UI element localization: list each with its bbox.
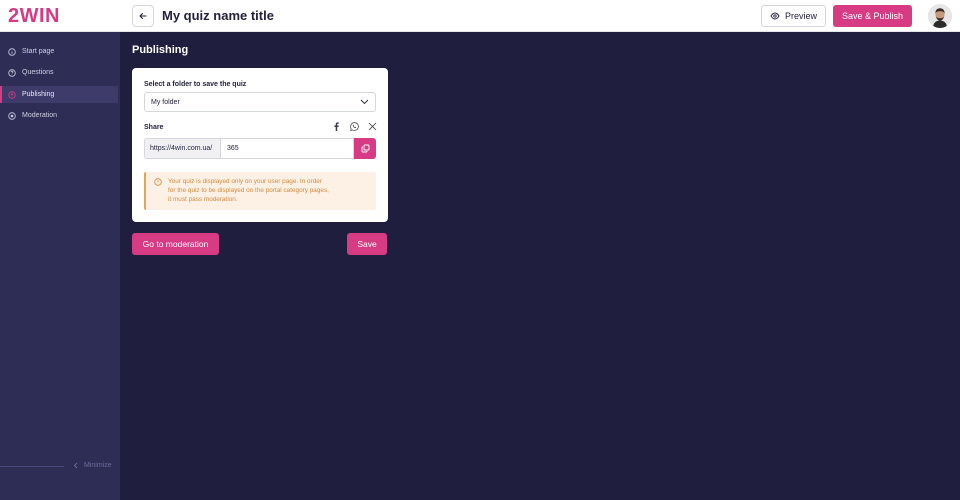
x-icon[interactable] <box>368 122 377 131</box>
moderation-notice: Your quiz is displayed only on your user… <box>144 172 376 210</box>
notice-text: Your quiz is displayed only on your user… <box>168 177 329 210</box>
sidebar-item-label: Start page <box>22 48 55 55</box>
copy-icon <box>361 144 369 153</box>
page-title: My quiz name title <box>162 8 274 23</box>
share-icons <box>332 122 377 131</box>
user-avatar-icon <box>928 4 952 28</box>
go-to-moderation-button[interactable]: Go to moderation <box>132 233 219 255</box>
info-icon <box>8 47 16 56</box>
folder-label: Select a folder to save the quiz <box>144 81 247 88</box>
moderation-icon <box>8 111 16 120</box>
chevron-down-icon <box>360 99 369 105</box>
sidebar-item-start-page[interactable]: Start page <box>0 43 118 60</box>
share-label: Share <box>144 124 164 131</box>
top-header: 2WIN My quiz name title Preview Save & P… <box>0 0 960 32</box>
question-icon <box>8 68 16 77</box>
sidebar-item-publishing[interactable]: Publishing <box>0 86 118 103</box>
notice-line: it must pass moderation. <box>168 196 238 203</box>
save-publish-button[interactable]: Save & Publish <box>833 5 912 27</box>
back-button[interactable] <box>132 5 154 27</box>
copy-button[interactable] <box>354 138 376 159</box>
sidebar-item-questions[interactable]: Questions <box>0 64 118 81</box>
minimize-label: Minimize <box>84 462 112 469</box>
chevron-left-icon <box>73 462 78 469</box>
eye-icon <box>770 12 780 20</box>
notice-line: Your quiz is displayed only on your user… <box>168 178 322 185</box>
sidebar-item-label: Questions <box>22 69 54 76</box>
info-circle-icon <box>154 178 162 186</box>
minimize-button[interactable]: Minimize <box>73 462 112 469</box>
folder-select[interactable]: My folder <box>144 92 376 112</box>
publishing-card: Select a folder to save the quiz My fold… <box>132 68 388 222</box>
whatsapp-icon[interactable] <box>350 122 359 131</box>
facebook-icon[interactable] <box>332 122 341 131</box>
sidebar-divider <box>0 466 64 467</box>
sidebar-item-label: Moderation <box>22 112 58 119</box>
app-logo[interactable]: 2WIN <box>8 5 60 28</box>
arrow-left-icon <box>139 12 147 20</box>
sidebar-item-moderation[interactable]: Moderation <box>0 107 118 124</box>
save-button[interactable]: Save <box>347 233 387 255</box>
share-url-row: https://4win.com.ua/ <box>144 138 376 159</box>
sidebar-item-label: Publishing <box>22 91 55 98</box>
publish-icon <box>8 90 16 99</box>
preview-label: Preview <box>784 11 817 21</box>
folder-selected-value: My folder <box>151 98 180 106</box>
avatar[interactable] <box>928 4 952 28</box>
sidebar: Start page Questions Publishing Moderati… <box>0 32 120 500</box>
share-url-input[interactable] <box>220 138 354 159</box>
section-title: Publishing <box>132 44 189 56</box>
preview-button[interactable]: Preview <box>761 5 826 27</box>
notice-line: for the quiz to be displayed on the port… <box>168 187 329 194</box>
url-prefix: https://4win.com.ua/ <box>144 138 220 159</box>
